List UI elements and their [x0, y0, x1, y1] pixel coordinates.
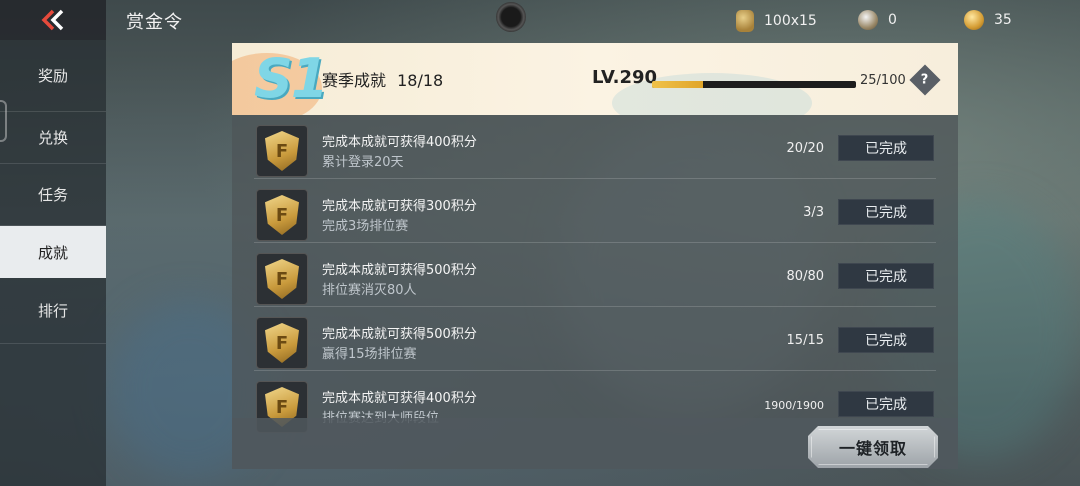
shield-icon: F: [265, 195, 299, 235]
achievement-progress: 3/3: [803, 205, 824, 220]
season-title: 赛季成就 18/18: [322, 67, 443, 91]
achievement-progress: 1900/1900: [764, 399, 824, 412]
sidebar-handle[interactable]: [0, 100, 7, 142]
ticket-icon: [736, 10, 754, 32]
achievement-icon: F: [256, 189, 308, 241]
xp-text: 25/100: [860, 73, 906, 88]
achievement-icon: F: [256, 253, 308, 305]
achievement-progress: 80/80: [786, 269, 824, 284]
sidebar-item-ranking[interactable]: 排行: [0, 278, 106, 344]
completed-button[interactable]: 已完成: [838, 263, 934, 289]
sidebar-item-exchange[interactable]: 兑换: [0, 112, 106, 164]
currency-token[interactable]: 0: [858, 10, 897, 30]
top-bar: 赏金令 100x15 0 35: [0, 0, 1080, 40]
page-title: 赏金令: [126, 12, 183, 33]
back-button[interactable]: [0, 0, 106, 40]
completed-button[interactable]: 已完成: [838, 199, 934, 225]
achievement-description: 赢得15场排位赛: [322, 347, 417, 362]
token-icon: [858, 10, 878, 30]
shield-icon: F: [265, 259, 299, 299]
achievement-progress: 15/15: [786, 333, 824, 348]
xp-progress-fill: [652, 81, 703, 88]
achievement-title: 完成本成就可获得400积分: [322, 391, 477, 406]
coin-icon: [964, 10, 984, 30]
shield-icon: F: [265, 131, 299, 171]
achievement-list[interactable]: F 完成本成就可获得400积分 累计登录20天 20/20 已完成 F 完成本成…: [232, 115, 958, 469]
list-item: F 完成本成就可获得500积分 排位赛消灭80人 80/80 已完成: [232, 243, 958, 307]
help-button[interactable]: ?: [909, 64, 941, 96]
currency-ticket[interactable]: 100x15: [736, 10, 817, 32]
shield-icon: F: [265, 323, 299, 363]
currency-value: 35: [994, 12, 1012, 28]
sidebar-item-tasks[interactable]: 任务: [0, 164, 106, 226]
question-icon: ?: [921, 72, 929, 88]
achievement-description: 完成3场排位赛: [322, 219, 409, 234]
level-label: LV.290: [592, 67, 658, 88]
sidebar-item-rewards[interactable]: 奖励: [0, 40, 106, 112]
achievement-panel: S1 赛季成就 18/18 LV.290 25/100 ? F 完成本成就可获得…: [232, 43, 958, 469]
achievement-icon: F: [256, 317, 308, 369]
achievement-title: 完成本成就可获得400积分: [322, 135, 477, 150]
list-item: F 完成本成就可获得500积分 赢得15场排位赛 15/15 已完成: [232, 307, 958, 371]
achievement-description: 累计登录20天: [322, 155, 404, 170]
season-badge: S1: [254, 47, 328, 110]
sidebar-item-achievements[interactable]: 成就: [0, 226, 106, 278]
achievement-title: 完成本成就可获得300积分: [322, 199, 477, 214]
xp-progress-bar: [652, 81, 856, 88]
completed-button[interactable]: 已完成: [838, 327, 934, 353]
double-chevron-left-icon: [41, 9, 64, 31]
list-item: F 完成本成就可获得400积分 累计登录20天 20/20 已完成: [232, 115, 958, 179]
currency-value: 100x15: [764, 13, 817, 29]
claim-all-button[interactable]: 一键领取: [808, 426, 938, 468]
list-item: F 完成本成就可获得300积分 完成3场排位赛 3/3 已完成: [232, 179, 958, 243]
achievement-icon: F: [256, 125, 308, 177]
currency-value: 0: [888, 12, 897, 28]
achievement-description: 排位赛消灭80人: [322, 283, 417, 298]
achievement-title: 完成本成就可获得500积分: [322, 327, 477, 342]
completed-button[interactable]: 已完成: [838, 391, 934, 417]
currency-coin[interactable]: 35: [964, 10, 1012, 30]
achievement-title: 完成本成就可获得500积分: [322, 263, 477, 278]
season-count: 18/18: [397, 71, 444, 90]
sidebar: 奖励 兑换 任务 成就 排行: [0, 40, 106, 486]
camera-cutout: [496, 2, 526, 32]
season-title-label: 赛季成就: [322, 71, 387, 90]
season-header: S1 赛季成就 18/18 LV.290 25/100 ?: [232, 43, 958, 115]
achievement-progress: 20/20: [786, 141, 824, 156]
completed-button[interactable]: 已完成: [838, 135, 934, 161]
